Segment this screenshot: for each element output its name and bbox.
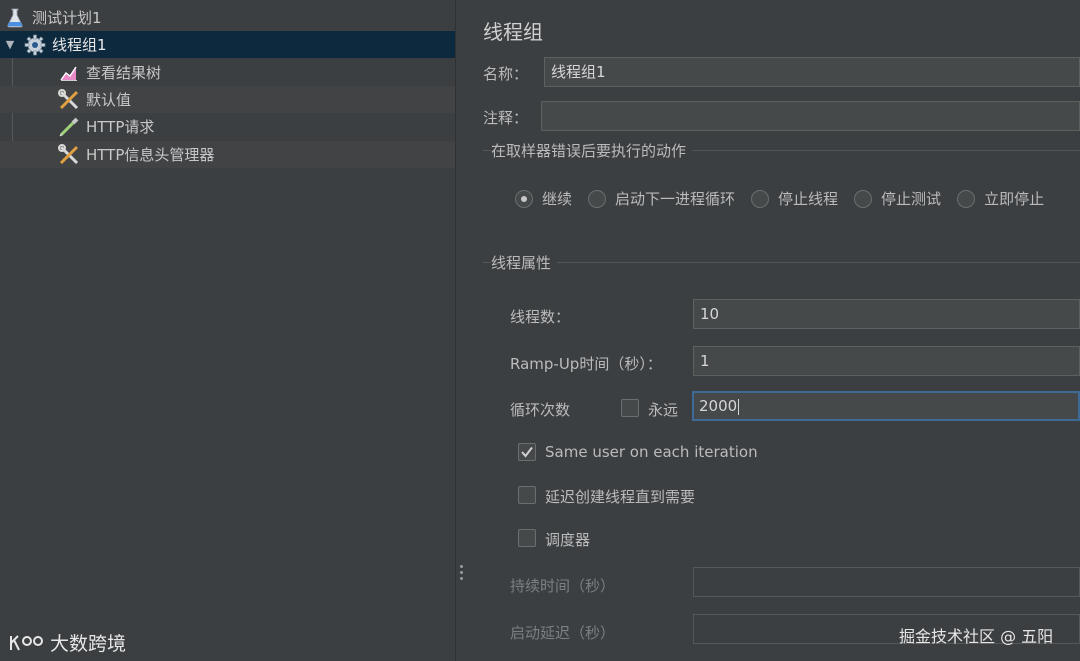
name-label: 名称： <box>483 65 529 83</box>
startup-delay-label: 启动延迟（秒） <box>510 624 616 642</box>
chart-icon <box>58 62 80 84</box>
error-action-section: 在取样器错误后要执行的动作 <box>483 140 1080 161</box>
tools-icon <box>58 88 80 111</box>
tree-item-test-plan[interactable]: 测试计划1 <box>0 4 455 31</box>
chevron-down-icon[interactable]: ▼ <box>4 38 16 51</box>
same-user-checkbox[interactable] <box>518 443 536 461</box>
thread-properties-section: 线程属性 <box>483 252 1080 273</box>
watermark-logo-icon <box>10 634 43 650</box>
scheduler-label[interactable]: 调度器 <box>545 529 590 550</box>
tree-item-view-results-tree[interactable]: 查看结果树 <box>0 59 455 86</box>
forever-checkbox[interactable] <box>621 399 639 417</box>
comment-label: 注释： <box>483 109 529 127</box>
tree-item-label: 查看结果树 <box>86 64 162 82</box>
tree-panel: 测试计划1 ▼ 线程组1 查看结果树 默认值 HTTP请求 HTTP信息头管理器 <box>0 0 455 661</box>
loop-count-value: 2000 <box>699 397 738 415</box>
section-title: 在取样器错误后要执行的动作 <box>491 140 693 161</box>
watermark-left-text: 大数跨境 <box>50 633 127 655</box>
radio-stop-thread[interactable] <box>751 189 770 208</box>
same-user-label[interactable]: Same user on each iteration <box>545 443 758 461</box>
delay-create-checkbox[interactable] <box>518 486 536 504</box>
loop-count-label: 循环次数 <box>510 401 571 419</box>
name-field[interactable]: 线程组1 <box>544 57 1080 87</box>
tree-item-defaults[interactable]: 默认值 <box>0 86 455 113</box>
text-caret <box>738 398 740 415</box>
tree-item-http-header-manager[interactable]: HTTP信息头管理器 <box>0 141 455 168</box>
duration-field[interactable] <box>693 567 1080 597</box>
loop-count-field[interactable]: 2000 <box>692 391 1080 421</box>
rampup-field[interactable]: 1 <box>693 346 1080 376</box>
rampup-label: Ramp-Up时间（秒）： <box>510 355 662 373</box>
tree-item-label: 测试计划1 <box>32 9 102 27</box>
watermark-left: 大数跨境 <box>8 629 126 656</box>
thread-group-panel: 线程组 名称： 线程组1 注释： 在取样器错误后要执行的动作 继续 启动下一进程… <box>468 0 1080 661</box>
duration-label: 持续时间（秒） <box>510 577 616 595</box>
tree-item-label: 默认值 <box>86 91 132 109</box>
radio-label[interactable]: 立即停止 <box>984 188 1044 209</box>
tree-item-label: HTTP请求 <box>86 118 155 136</box>
radio-selected-dot <box>521 195 527 202</box>
radio-continue[interactable] <box>515 189 533 208</box>
threads-label: 线程数： <box>510 308 571 326</box>
delay-create-label[interactable]: 延迟创建线程直到需要 <box>545 486 695 507</box>
radio-stop-test[interactable] <box>854 189 873 208</box>
threads-field[interactable]: 10 <box>693 299 1080 329</box>
section-divider <box>483 262 1080 263</box>
comment-field[interactable] <box>541 101 1080 131</box>
panel-title: 线程组 <box>483 20 543 44</box>
splitter-handle-icon[interactable] <box>460 565 464 583</box>
gear-icon <box>24 34 46 56</box>
scheduler-checkbox[interactable] <box>518 529 536 547</box>
tree-item-http-request[interactable]: HTTP请求 <box>0 113 455 140</box>
error-action-radio-group: 继续 启动下一进程循环 停止线程 停止测试 立即停止 <box>515 188 1060 209</box>
tree-item-thread-group[interactable]: ▼ 线程组1 <box>0 31 455 58</box>
radio-label[interactable]: 启动下一进程循环 <box>615 188 735 209</box>
tree-item-label: HTTP信息头管理器 <box>86 146 215 164</box>
panel-splitter[interactable] <box>455 0 469 661</box>
section-title: 线程属性 <box>491 252 558 273</box>
checkmark-icon <box>521 446 533 458</box>
radio-start-next-loop[interactable] <box>588 189 607 208</box>
radio-label[interactable]: 停止测试 <box>881 188 941 209</box>
watermark-right: 掘金技术社区 @ 五阳 <box>899 627 1054 646</box>
radio-label[interactable]: 停止线程 <box>778 188 838 209</box>
tools-icon <box>58 143 80 166</box>
tree-item-label: 线程组1 <box>52 36 107 54</box>
flask-icon <box>4 7 26 29</box>
radio-stop-test-now[interactable] <box>957 189 976 208</box>
radio-label[interactable]: 继续 <box>542 188 572 209</box>
pipette-icon <box>58 116 80 138</box>
forever-label[interactable]: 永远 <box>648 399 678 420</box>
